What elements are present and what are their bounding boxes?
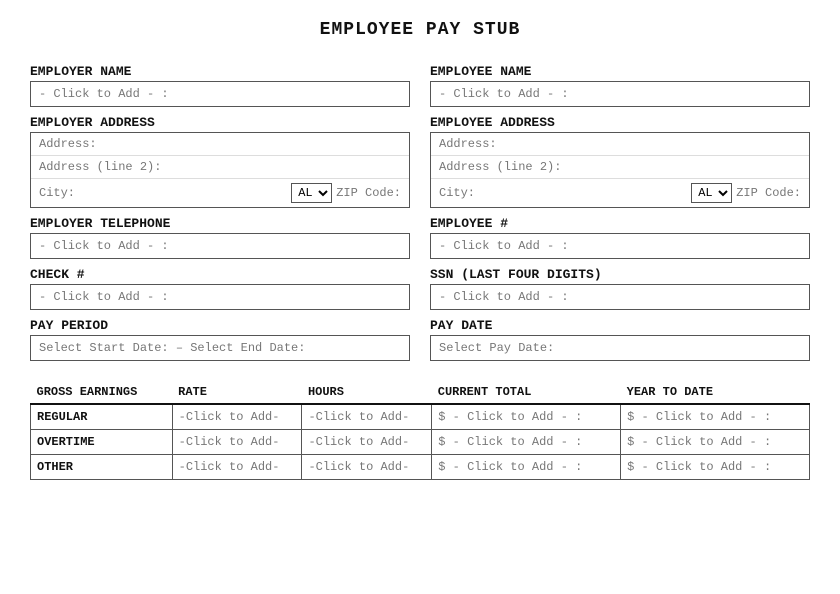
- employee-city-row: City: ALAKAZARCACOCTDEFLGAHIIDILINIAKSKY…: [431, 179, 809, 207]
- page-title: EMPLOYEE PAY STUB: [30, 20, 810, 40]
- employer-city-row: City: ALAKAZARCACOCTDEFLGAHIIDILINIAKSKY…: [31, 179, 409, 207]
- employer-address-line2[interactable]: Address (line 2):: [31, 156, 409, 179]
- employee-address-label: EMPLOYEE ADDRESS: [430, 115, 810, 130]
- employee-state-select[interactable]: ALAKAZARCACOCTDEFLGAHIIDILINIAKSKYLAMEMD…: [691, 183, 732, 203]
- earnings-row: OTHER -Click to Add- -Click to Add- $ - …: [31, 455, 810, 480]
- row-current-1[interactable]: $ - Click to Add - :: [432, 430, 621, 455]
- row-ytd-0[interactable]: $ - Click to Add - :: [621, 404, 810, 430]
- row-ytd-1[interactable]: $ - Click to Add - :: [621, 430, 810, 455]
- employee-zip-label: ZIP Code:: [736, 186, 801, 200]
- employer-phone-label: EMPLOYER TELEPHONE: [30, 216, 410, 231]
- pay-period-input[interactable]: Select Start Date: – Select End Date:: [30, 335, 410, 361]
- employee-name-label: EMPLOYEE NAME: [430, 64, 810, 79]
- pay-period-label: PAY PERIOD: [30, 318, 410, 333]
- th-hours: HOURS: [302, 381, 432, 404]
- th-ytd: YEAR TO DATE: [621, 381, 810, 404]
- earnings-table: GROSS EARNINGS RATE HOURS CURRENT TOTAL …: [30, 381, 810, 480]
- employer-state-select[interactable]: ALAKAZARCACOCTDEFLGAHIIDILINIAKSKYLAMEMD…: [291, 183, 332, 203]
- th-current: CURRENT TOTAL: [432, 381, 621, 404]
- row-label-1: OVERTIME: [31, 430, 173, 455]
- employer-address-box: Address: Address (line 2): City: ALAKAZA…: [30, 132, 410, 208]
- employee-num-input[interactable]: - Click to Add - :: [430, 233, 810, 259]
- pay-period-end-label: Select End Date:: [190, 341, 305, 355]
- check-input[interactable]: - Click to Add - :: [30, 284, 410, 310]
- employee-address-line2[interactable]: Address (line 2):: [431, 156, 809, 179]
- earnings-row: REGULAR -Click to Add- -Click to Add- $ …: [31, 404, 810, 430]
- left-column: EMPLOYER NAME - Click to Add - : EMPLOYE…: [30, 56, 410, 361]
- employer-address-line1[interactable]: Address:: [31, 133, 409, 156]
- ssn-label: SSN (LAST FOUR DIGITS): [430, 267, 810, 282]
- earnings-section: GROSS EARNINGS RATE HOURS CURRENT TOTAL …: [30, 381, 810, 480]
- pay-date-label: PAY DATE: [430, 318, 810, 333]
- pay-period-start-label: Select Start Date:: [39, 341, 169, 355]
- row-hours-2[interactable]: -Click to Add-: [302, 455, 432, 480]
- pay-period-dash: –: [176, 341, 190, 355]
- employee-name-input[interactable]: - Click to Add - :: [430, 81, 810, 107]
- check-label: CHECK #: [30, 267, 410, 282]
- employee-address-line1[interactable]: Address:: [431, 133, 809, 156]
- row-rate-0[interactable]: -Click to Add-: [172, 404, 302, 430]
- employer-zip-label: ZIP Code:: [336, 186, 401, 200]
- row-label-2: OTHER: [31, 455, 173, 480]
- row-current-2[interactable]: $ - Click to Add - :: [432, 455, 621, 480]
- employee-address-box: Address: Address (line 2): City: ALAKAZA…: [430, 132, 810, 208]
- pay-date-input[interactable]: Select Pay Date:: [430, 335, 810, 361]
- employer-address-label: EMPLOYER ADDRESS: [30, 115, 410, 130]
- employer-name-input[interactable]: - Click to Add - :: [30, 81, 410, 107]
- th-rate: RATE: [172, 381, 302, 404]
- row-rate-1[interactable]: -Click to Add-: [172, 430, 302, 455]
- row-hours-0[interactable]: -Click to Add-: [302, 404, 432, 430]
- employer-phone-input[interactable]: - Click to Add - :: [30, 233, 410, 259]
- employer-city-label[interactable]: City:: [39, 186, 287, 200]
- th-gross: GROSS EARNINGS: [31, 381, 173, 404]
- row-label-0: REGULAR: [31, 404, 173, 430]
- row-hours-1[interactable]: -Click to Add-: [302, 430, 432, 455]
- employee-city-label[interactable]: City:: [439, 186, 687, 200]
- row-rate-2[interactable]: -Click to Add-: [172, 455, 302, 480]
- row-current-0[interactable]: $ - Click to Add - :: [432, 404, 621, 430]
- ssn-input[interactable]: - Click to Add - :: [430, 284, 810, 310]
- earnings-row: OVERTIME -Click to Add- -Click to Add- $…: [31, 430, 810, 455]
- employer-name-label: EMPLOYER NAME: [30, 64, 410, 79]
- employee-num-label: EMPLOYEE #: [430, 216, 810, 231]
- row-ytd-2[interactable]: $ - Click to Add - :: [621, 455, 810, 480]
- right-column: EMPLOYEE NAME - Click to Add - : EMPLOYE…: [430, 56, 810, 361]
